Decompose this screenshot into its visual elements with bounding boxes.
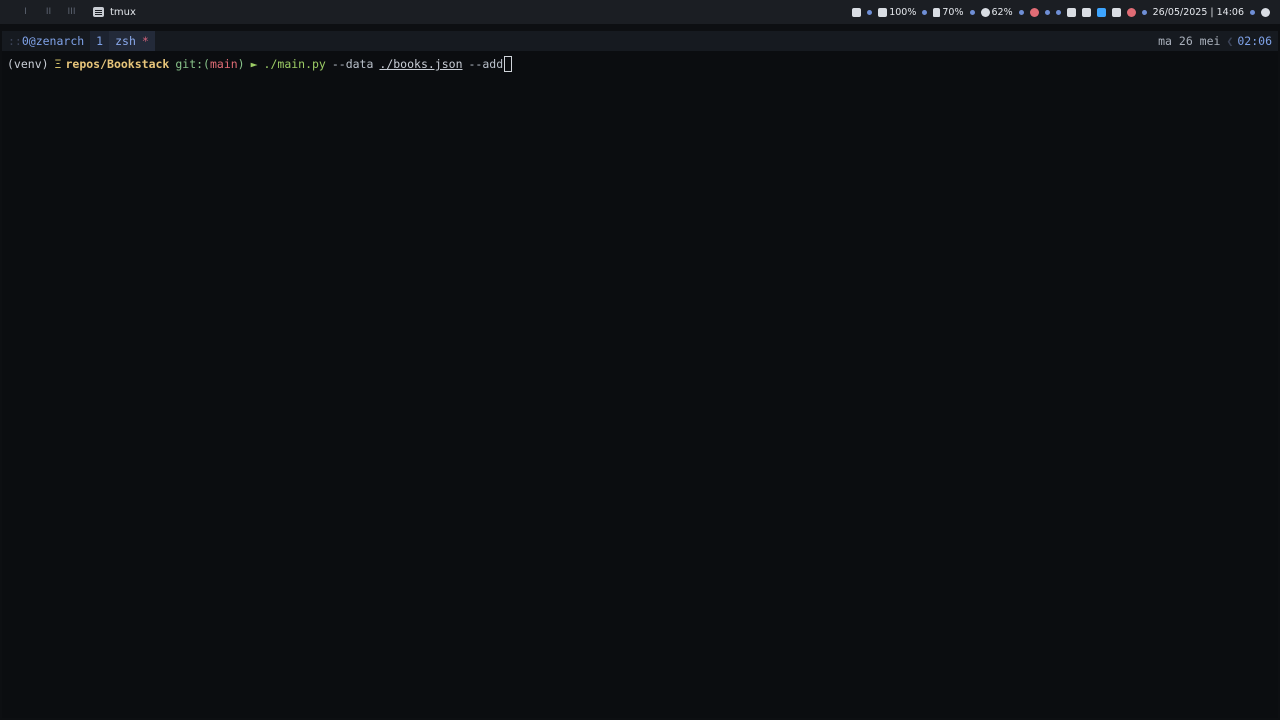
terminal-app-icon — [93, 7, 104, 17]
indicator-dot-icon — [1018, 9, 1024, 15]
tmux-window-flag: * — [141, 34, 149, 48]
typed-argument-path: ./books.json — [379, 57, 463, 71]
volume-indicator[interactable]: 100% — [878, 7, 916, 18]
indicator-dot-icon — [1055, 9, 1061, 15]
prompt-symbol-icon: Ξ — [54, 57, 62, 71]
workspace-1[interactable]: I — [14, 7, 37, 17]
typed-command: ./main.py — [263, 57, 326, 71]
workspace-3[interactable]: III — [60, 7, 83, 17]
brightness-indicator[interactable]: 62% — [980, 6, 1013, 18]
workspace-2[interactable]: II — [37, 7, 60, 17]
indicator-dot-icon — [1141, 9, 1147, 15]
session-glyph-icon: :: — [8, 34, 22, 48]
chevron-left-icon: ❮ — [1226, 34, 1234, 48]
volume-icon — [878, 7, 888, 17]
system-top-bar: I II III tmux 100% 70% 62% 26/05/2025 | … — [0, 0, 1280, 24]
tmux-session: :: 0@zenarch — [2, 31, 90, 51]
prompt-venv: (venv) — [7, 57, 49, 71]
typed-argument-data: --data — [331, 57, 374, 71]
indicator-dot-icon — [867, 9, 873, 15]
date-time[interactable]: 26/05/2025 | 14:06 — [1153, 7, 1244, 18]
bluetooth-icon[interactable] — [1111, 7, 1121, 17]
tmux-window-index[interactable]: 1 — [90, 31, 110, 51]
volume-value: 100% — [889, 6, 917, 18]
network-icon[interactable] — [1066, 7, 1076, 17]
clipboard-icon[interactable] — [852, 7, 862, 17]
tmux-status-right: ma 26 mei ❮ 02:06 — [1152, 31, 1278, 51]
brightness-icon — [980, 7, 990, 17]
notification-icon[interactable] — [1029, 7, 1039, 17]
wifi-icon[interactable] — [1081, 7, 1091, 17]
prompt-git-prefix: git:( — [175, 57, 210, 71]
prompt-arrow-icon: ► — [250, 57, 258, 71]
indicator-dot-icon — [969, 9, 975, 15]
indicator-dot-icon — [1250, 9, 1255, 15]
tmux-time: 02:06 — [1237, 34, 1272, 48]
tmux-status-bar: :: 0@zenarch 1 zsh * ma 26 mei ❮ 02:06 — [2, 31, 1278, 51]
active-window-title: tmux — [93, 7, 136, 18]
typed-argument-add: --add — [468, 57, 504, 71]
terminal-window[interactable]: :: 0@zenarch 1 zsh * ma 26 mei ❮ 02:06 (… — [2, 31, 1278, 718]
battery-value: 70% — [942, 6, 964, 18]
prompt-git-suffix: ) — [237, 57, 245, 71]
brightness-value: 62% — [991, 6, 1013, 18]
record-icon[interactable] — [1126, 7, 1136, 17]
indicator-dot-icon — [922, 9, 928, 15]
battery-icon — [933, 7, 941, 17]
battery-indicator[interactable]: 70% — [933, 6, 964, 18]
tmux-session-name: 0@zenarch — [21, 34, 85, 48]
text-cursor — [504, 56, 513, 72]
prompt-git-branch: main — [209, 57, 238, 71]
prompt-directory: repos/Bookstack — [65, 57, 170, 71]
tmux-date: ma 26 mei — [1158, 34, 1221, 48]
power-icon[interactable] — [1261, 7, 1270, 17]
workspace-switcher: I II III — [0, 7, 83, 17]
app-tray-icon[interactable] — [1096, 7, 1106, 17]
system-tray: 100% 70% 62% 26/05/2025 | 14:06 — [852, 7, 1280, 18]
tmux-window-tab[interactable]: zsh * — [109, 31, 155, 51]
shell-prompt-line[interactable]: (venv) Ξ repos/Bookstack git:( main ) ► … — [2, 51, 1278, 72]
active-app-name: tmux — [110, 6, 136, 18]
tmux-window-name: zsh — [115, 34, 136, 48]
indicator-dot-icon — [1044, 9, 1050, 15]
